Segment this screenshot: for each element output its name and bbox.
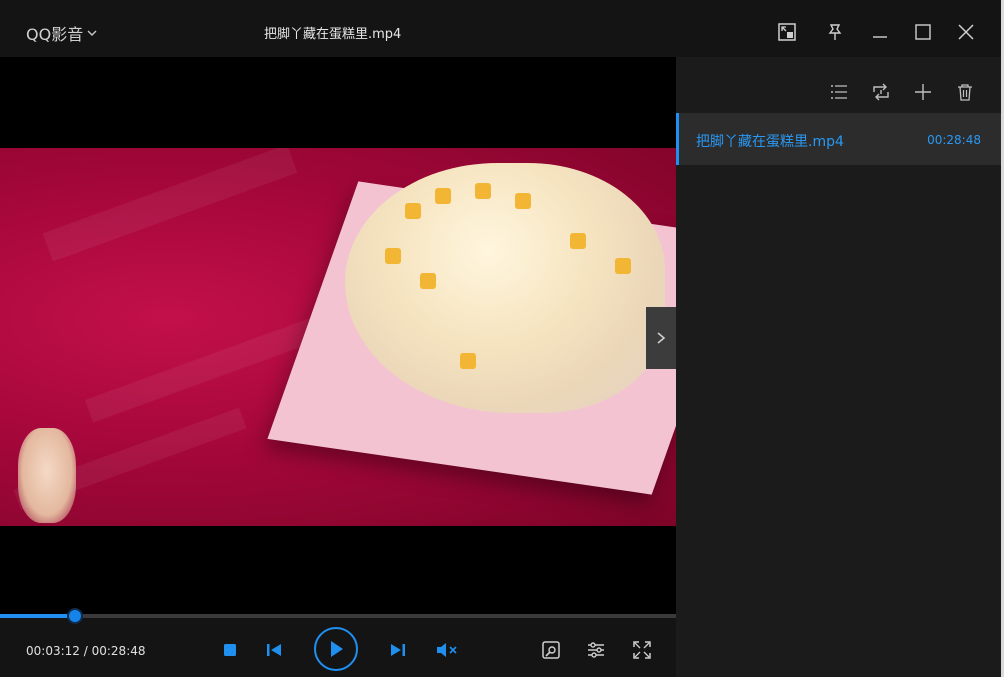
settings-icon[interactable] [585, 639, 607, 661]
fruit-piece [615, 258, 631, 274]
fruit-piece [515, 193, 531, 209]
loop-icon[interactable] [870, 81, 892, 103]
previous-icon[interactable] [264, 640, 284, 660]
add-icon[interactable] [912, 81, 934, 103]
time-separator: / [83, 644, 88, 658]
fruit-piece [385, 248, 401, 264]
fabric-fold [42, 148, 298, 262]
progress-fill [0, 614, 76, 618]
progress-bar[interactable] [0, 608, 676, 624]
playlist-item-name: 把脚丫藏在蛋糕里.mp4 [696, 134, 844, 150]
mini-mode-icon[interactable] [773, 18, 801, 46]
playlist-panel: 把脚丫藏在蛋糕里.mp4 00:28:48 [676, 57, 1001, 677]
app-menu[interactable]: QQ影音 [26, 21, 97, 45]
fruit-piece [420, 273, 436, 289]
maximize-icon[interactable] [909, 18, 937, 46]
window-title: 把脚丫藏在蛋糕里.mp4 [264, 27, 402, 42]
chevron-down-icon [87, 29, 97, 40]
toolbox-icon[interactable] [540, 639, 562, 661]
play-icon [331, 641, 343, 657]
feet-overlay [18, 428, 76, 523]
total-time: 00:28:48 [91, 644, 146, 658]
mute-icon[interactable] [435, 640, 459, 660]
fruit-piece [435, 188, 451, 204]
playlist-item-duration: 00:28:48 [927, 133, 981, 147]
next-icon[interactable] [388, 640, 408, 660]
minimize-icon[interactable] [866, 18, 894, 46]
delete-icon[interactable] [954, 81, 976, 103]
fruit-piece [475, 183, 491, 199]
chevron-right-icon [657, 332, 666, 344]
fullscreen-icon[interactable] [631, 639, 653, 661]
fruit-piece [460, 353, 476, 369]
pin-icon[interactable] [821, 18, 849, 46]
app-name: QQ影音 [26, 25, 84, 44]
fruit-piece [570, 233, 586, 249]
progress-knob[interactable] [67, 608, 84, 624]
playlist-toggle-button[interactable] [646, 307, 676, 369]
video-frame [0, 148, 676, 526]
playlist-item[interactable]: 把脚丫藏在蛋糕里.mp4 00:28:48 [676, 113, 1001, 165]
close-icon[interactable] [952, 18, 980, 46]
time-display: 00:03:12 / 00:28:48 [26, 644, 146, 658]
play-button[interactable] [314, 627, 358, 671]
title-bar: QQ影音 把脚丫藏在蛋糕里.mp4 [0, 0, 1004, 57]
list-icon[interactable] [828, 81, 850, 103]
video-area[interactable] [0, 57, 676, 615]
stop-icon[interactable] [220, 640, 240, 660]
active-indicator [676, 113, 679, 165]
current-time: 00:03:12 [26, 644, 80, 658]
fruit-piece [405, 203, 421, 219]
